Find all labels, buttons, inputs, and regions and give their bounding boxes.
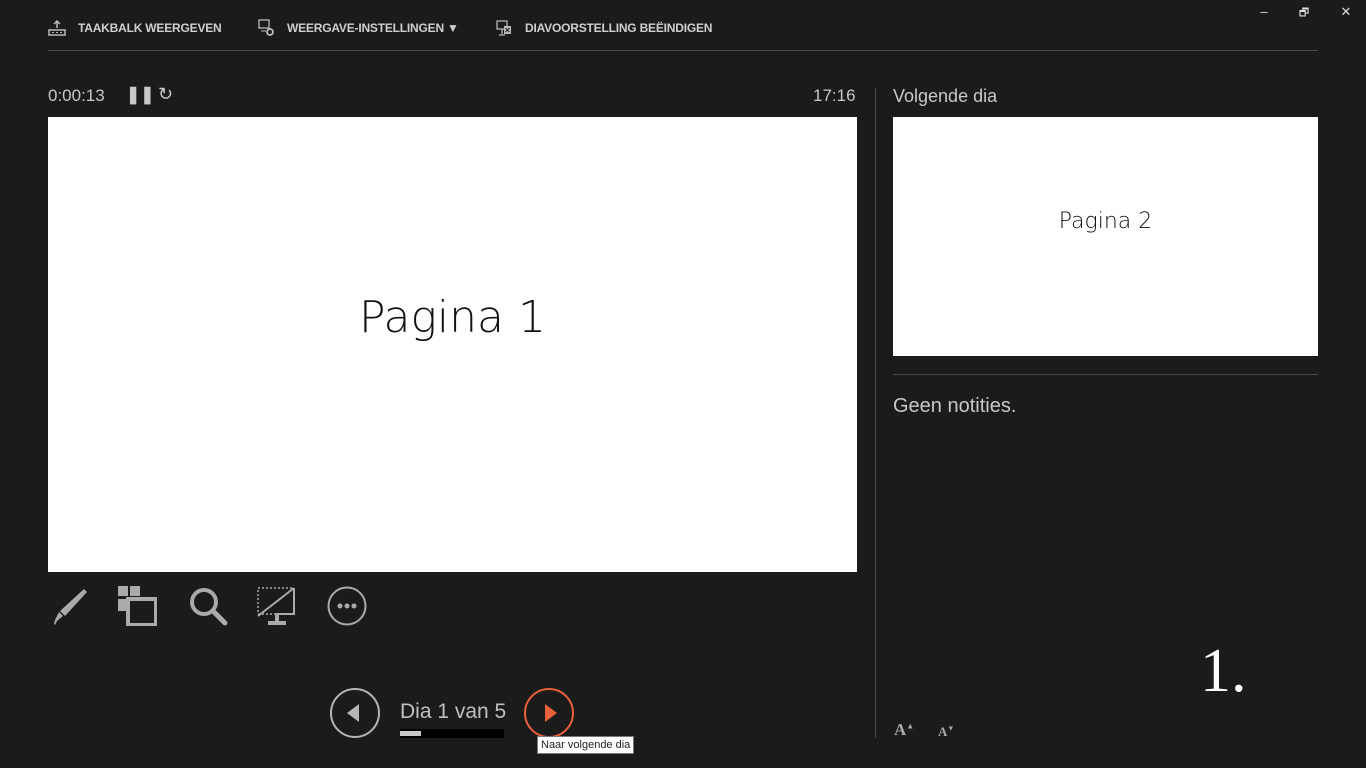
next-slide-preview: Pagina 2 [893, 117, 1318, 356]
restart-timer-button[interactable]: ↻ [158, 84, 173, 105]
pause-timer-button[interactable]: ❚❚ [126, 85, 155, 105]
pane-divider[interactable] [875, 88, 876, 738]
notes-slide-number: 1. [1200, 637, 1247, 705]
notes-divider [893, 374, 1318, 375]
show-taskbar-label: TAAKBALK WEERGEVEN [78, 21, 222, 35]
minimize-button[interactable]: – [1254, 4, 1274, 19]
triangle-right-icon [545, 704, 557, 722]
see-all-slides-icon[interactable] [117, 586, 157, 626]
next-slide-button[interactable] [524, 688, 574, 738]
elapsed-time: 0:00:13 [48, 86, 105, 105]
taskbar-icon [48, 19, 66, 36]
toolbar-divider [48, 50, 1318, 51]
zoom-slide-icon[interactable] [188, 586, 228, 626]
slide-counter[interactable]: Dia 1 van 5 [400, 700, 506, 724]
restore-button[interactable]: 🗗 [1294, 4, 1314, 23]
previous-slide-button[interactable] [330, 688, 380, 738]
display-settings-icon [258, 19, 274, 36]
triangle-left-icon [347, 704, 359, 722]
next-slide-title: Pagina 2 [1058, 209, 1153, 234]
current-slide[interactable]: Pagina 1 [48, 117, 857, 572]
end-slideshow-button[interactable]: DIAVOORSTELLING BEËINDIGEN [495, 18, 712, 38]
clock: 17:16 [813, 86, 856, 105]
slide-progress-bar [400, 729, 504, 738]
end-slideshow-label: DIAVOORSTELLING BEËINDIGEN [525, 21, 713, 35]
show-taskbar-button[interactable]: TAAKBALK WEERGEVEN [48, 18, 222, 38]
decrease-font-icon[interactable]: A▼ [938, 724, 954, 740]
display-settings-button[interactable]: WEERGAVE-INSTELLINGEN ▼ [257, 18, 459, 38]
pen-tool-icon[interactable] [48, 586, 88, 626]
end-slideshow-icon [496, 20, 511, 36]
close-button[interactable]: ✕ [1336, 4, 1356, 20]
slide-progress-fill [400, 731, 421, 736]
speaker-notes[interactable]: Geen notities. [893, 395, 1016, 418]
next-slide-heading: Volgende dia [893, 86, 998, 106]
display-settings-label: WEERGAVE-INSTELLINGEN ▼ [287, 21, 459, 35]
current-slide-title: Pagina 1 [359, 292, 546, 343]
more-options-icon[interactable] [327, 586, 367, 626]
next-slide-tooltip: Naar volgende dia [537, 736, 635, 754]
increase-font-icon[interactable]: A▲ [894, 720, 914, 740]
black-screen-icon[interactable] [256, 586, 296, 626]
